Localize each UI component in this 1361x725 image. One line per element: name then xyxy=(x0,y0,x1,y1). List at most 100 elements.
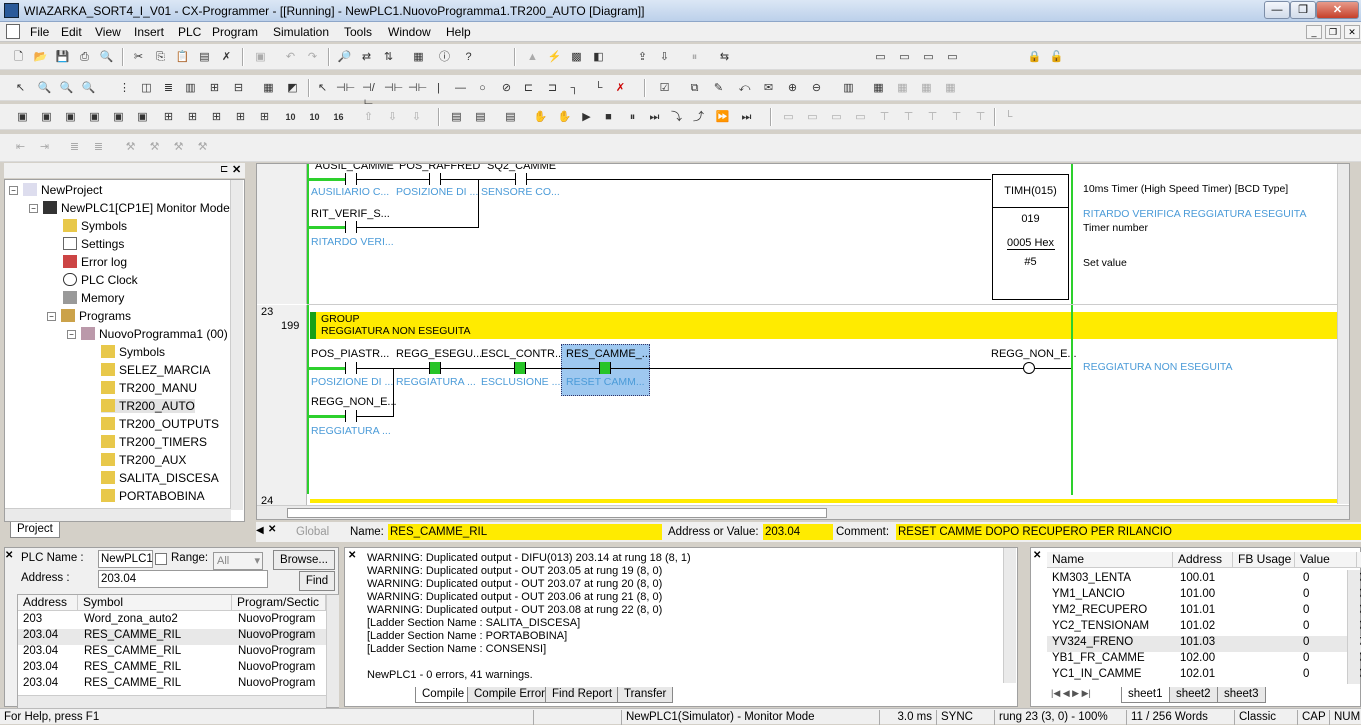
step-execute-icon[interactable]: ⏭ xyxy=(646,109,663,125)
name-value[interactable]: RES_CAMME_RIL xyxy=(388,524,662,540)
output-vscroll[interactable] xyxy=(1003,548,1016,683)
redo-icon[interactable]: ↷ xyxy=(304,49,321,65)
diagram-vscroll[interactable] xyxy=(1337,164,1349,504)
simulator-icon[interactable]: ▤ xyxy=(448,109,465,125)
diagram-hscroll[interactable] xyxy=(257,505,1349,519)
sfc-view-icon[interactable]: ⊞ xyxy=(256,109,273,125)
align-2-icon[interactable]: ≣ xyxy=(90,139,107,155)
tree-item-symbols[interactable]: Symbols xyxy=(63,219,127,233)
sheet-nav-icon[interactable]: |◀ ◀ ▶ ▶| xyxy=(1051,688,1091,699)
error-table-icon[interactable]: ▦ xyxy=(942,80,959,96)
new-file-icon[interactable]: 🗋 xyxy=(10,49,27,65)
step-over-icon[interactable]: ⤵ xyxy=(668,109,685,125)
tree-item-salita-discesa[interactable]: SALITA_DISCESA xyxy=(101,471,219,485)
info-icon[interactable]: ⓘ xyxy=(436,49,453,65)
io-table-icon[interactable]: ▦ xyxy=(894,80,911,96)
lock-icon[interactable]: 🔒 xyxy=(1026,49,1043,65)
indent-right-icon[interactable]: ⇥ xyxy=(36,139,53,155)
watch-row[interactable]: YV324_FRENO101.03000 xyxy=(1047,636,1361,652)
rung2-contact4[interactable] xyxy=(599,362,611,374)
indent-left-icon[interactable]: ⇤ xyxy=(12,139,29,155)
pin-icon[interactable]: ┐ xyxy=(566,80,583,96)
stop-icon[interactable]: ■ xyxy=(600,109,617,125)
tree-item-prog-symbols[interactable]: Symbols xyxy=(101,345,165,359)
rung1-contact1[interactable] xyxy=(345,173,357,185)
tool-4-icon[interactable]: ⚒ xyxy=(194,139,211,155)
tree-item-tr200-auto[interactable]: TR200_AUTO xyxy=(101,399,195,413)
tree-hscroll[interactable] xyxy=(5,508,231,521)
unlock-icon[interactable]: 🔓 xyxy=(1048,49,1065,65)
coil-nc-icon[interactable]: ⊘ xyxy=(498,80,515,96)
display-16-icon[interactable]: 16 xyxy=(330,109,347,125)
break-point-clear-icon[interactable]: ▭ xyxy=(804,109,821,125)
force-off-icon[interactable]: ⊖ xyxy=(808,80,825,96)
range-checkbox[interactable] xyxy=(155,553,167,565)
transfer-compare-icon[interactable]: ⇩ xyxy=(408,109,425,125)
address-input[interactable]: 203.04 xyxy=(98,570,268,588)
plc-name-field[interactable]: NewPLC1 xyxy=(98,550,153,568)
tree-item-nuovoprogramma1[interactable]: − NuovoProgramma1 (00) xyxy=(67,327,228,341)
display-10-hex-icon[interactable]: 10 xyxy=(306,109,323,125)
timer-block[interactable]: TIMH(015) 019 0005 Hex #5 xyxy=(992,174,1069,300)
menu-window[interactable]: Window xyxy=(388,25,431,39)
rung2-contact5[interactable] xyxy=(345,410,357,422)
table-row[interactable]: 203.04 RES_CAMME_RIL NuovoProgram xyxy=(18,677,326,689)
compile-all-icon[interactable]: ⧉ xyxy=(686,80,703,96)
tree-vscroll[interactable] xyxy=(230,180,243,510)
tree-item-tr200-timers[interactable]: TR200_TIMERS xyxy=(101,435,207,449)
zoom-out-icon[interactable]: 🔍 xyxy=(58,80,75,96)
tree-item-memory[interactable]: Memory xyxy=(63,291,124,305)
instruction-block-icon[interactable]: ⊏ xyxy=(520,80,537,96)
online-icon[interactable]: ⚡ xyxy=(546,49,563,65)
menu-plc[interactable]: PLC xyxy=(178,25,201,39)
watch-row[interactable]: YM2_RECUPERO101.01000 xyxy=(1047,604,1361,620)
contact-nc-icon[interactable]: ⊣/⊢ xyxy=(360,80,377,110)
align-icon[interactable]: ≣ xyxy=(66,139,83,155)
print-icon[interactable]: ⎙ xyxy=(76,49,93,65)
open-folder-icon[interactable]: 📂 xyxy=(32,49,49,65)
program-mode-icon[interactable]: ◧ xyxy=(590,49,607,65)
coil-icon[interactable]: ○ xyxy=(474,80,491,96)
properties-icon[interactable]: ▦ xyxy=(410,49,427,65)
watch-row[interactable]: YM1_LANCIO101.00000 xyxy=(1047,588,1361,604)
col-name[interactable]: Name xyxy=(1047,552,1173,568)
ladder-view-icon[interactable]: ⊞ xyxy=(184,109,201,125)
simulator-settings-icon[interactable]: ▤ xyxy=(472,109,489,125)
watch-row[interactable]: YB1_FR_CAMME102.00000 xyxy=(1047,652,1361,668)
window-layout-3-icon[interactable]: ▭ xyxy=(920,49,937,65)
menu-view[interactable]: View xyxy=(95,25,121,39)
mnemonic-view-icon[interactable]: ⊞ xyxy=(208,109,225,125)
table-row[interactable]: 203.04 RES_CAMME_RIL NuovoProgram xyxy=(18,629,326,645)
watch-row[interactable]: YC1_IN_CAMME102.01000 xyxy=(1047,668,1361,684)
window-layout-2-icon[interactable]: ▭ xyxy=(896,49,913,65)
document-icon[interactable] xyxy=(6,24,20,39)
rung1-contact4[interactable] xyxy=(345,221,357,233)
address-ref-view-icon[interactable]: ▣ xyxy=(110,109,127,125)
io-break-3-icon[interactable]: ⊤ xyxy=(924,109,941,125)
grid-icon[interactable]: ⋮ xyxy=(116,80,133,96)
project-view-icon[interactable]: ▣ xyxy=(14,109,31,125)
zoom-in-icon[interactable]: 🔍 xyxy=(36,80,53,96)
step-out-icon[interactable]: ⤴ xyxy=(690,109,707,125)
clipboard-icon[interactable]: ▣ xyxy=(252,49,269,65)
tab-compile[interactable]: Compile xyxy=(415,687,472,703)
paste-special-icon[interactable]: ▤ xyxy=(196,49,213,65)
delete-element-icon[interactable]: ✗ xyxy=(612,80,629,96)
address-value[interactable]: 203.04 xyxy=(763,524,833,540)
watch-row[interactable]: KM303_LENTA100.01000 xyxy=(1047,572,1361,588)
window-layout-4-icon[interactable]: ▭ xyxy=(944,49,961,65)
table-row[interactable]: 203.04 RES_CAMME_RIL NuovoProgram xyxy=(18,645,326,661)
compare-icon[interactable]: ⇆ xyxy=(716,49,733,65)
settings-table-icon[interactable]: ▦ xyxy=(918,80,935,96)
menu-program[interactable]: Program xyxy=(212,25,258,39)
select-mode-icon[interactable]: ↖ xyxy=(314,80,331,96)
watch-row[interactable]: YC2_TENSIONAM101.02000 xyxy=(1047,620,1361,636)
properties-view-icon[interactable]: ▣ xyxy=(134,109,151,125)
tab-find-report[interactable]: Find Report xyxy=(545,687,620,703)
panel-close-icon[interactable]: ✕ xyxy=(348,550,356,561)
replace-icon[interactable]: ⇄ xyxy=(358,49,375,65)
tree-item-tr200-outputs[interactable]: TR200_OUTPUTS xyxy=(101,417,219,431)
menu-help[interactable]: Help xyxy=(446,25,471,39)
tab-sheet1[interactable]: sheet1 xyxy=(1121,687,1170,703)
scan-replay-icon[interactable]: ⏭ xyxy=(738,109,755,125)
